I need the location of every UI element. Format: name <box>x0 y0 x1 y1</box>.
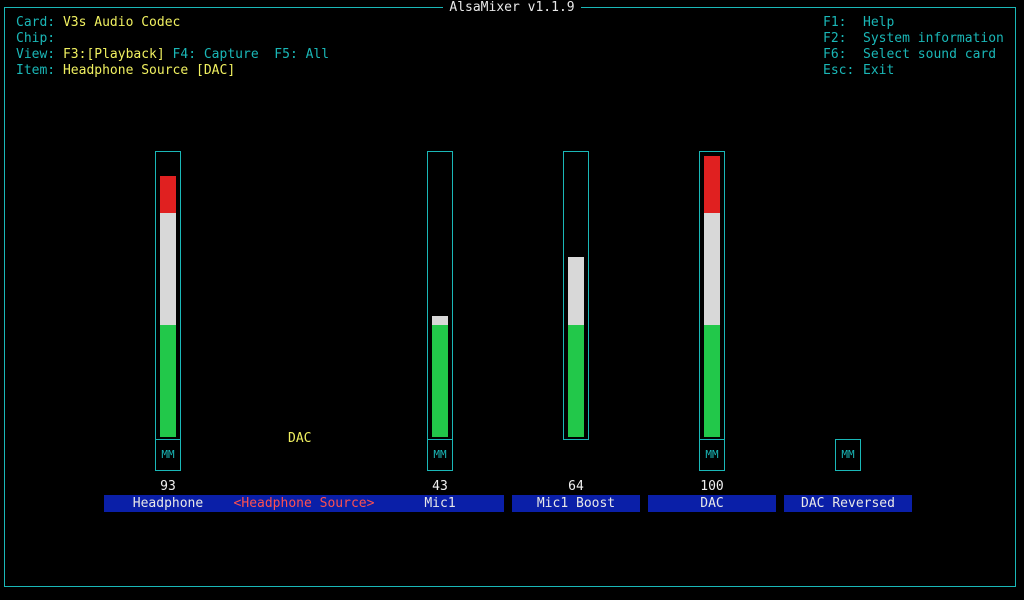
help-key: F1: <box>823 15 847 30</box>
channel-label-mic1[interactable]: Mic1 <box>376 495 504 512</box>
headphone-volume-bar[interactable] <box>155 151 181 440</box>
help-key: F6: <box>823 47 847 62</box>
view-playback[interactable]: F3:[Playback] <box>63 47 165 62</box>
help-panel: F1: Help F2: System information F6: Select … <box>823 15 1004 79</box>
dac-value: 100 <box>700 479 724 494</box>
card-info-panel: Card: V3s Audio Codec Chip: View: F3:[Pl… <box>16 15 329 79</box>
channel-label-headphone[interactable]: Headphone <box>104 495 232 512</box>
mic1-boost-value: 64 <box>568 479 584 494</box>
level-fill-green <box>432 325 448 437</box>
channel-label-headphone-source[interactable]: <Headphone Source> <box>232 495 376 512</box>
app-title-bar: AlsaMixer v1.1.9 <box>0 0 1024 16</box>
headphone-value: 93 <box>160 479 176 494</box>
help-esc[interactable]: Esc: Exit <box>823 63 1004 79</box>
help-f2[interactable]: F2: System information <box>823 31 1004 47</box>
card-label: Card: <box>16 15 56 30</box>
chip-label: Chip: <box>16 31 56 46</box>
level-fill-white <box>160 213 176 325</box>
level-fill-green <box>160 325 176 437</box>
mic1-mute-toggle[interactable]: MM <box>427 439 453 471</box>
level-fill-red <box>704 156 720 213</box>
headphone-mute-toggle[interactable]: MM <box>155 439 181 471</box>
item-label: Item: <box>16 63 56 78</box>
help-key: F2: <box>823 31 847 46</box>
channel-label-mic1-boost[interactable]: Mic1 Boost <box>512 495 640 512</box>
mic1-boost-bar[interactable] <box>563 151 589 440</box>
item-value: Headphone Source [DAC] <box>62 63 236 78</box>
help-f6[interactable]: F6: Select sound card <box>823 47 1004 63</box>
level-fill-red <box>160 176 176 213</box>
mic1-volume-bar[interactable] <box>427 151 453 440</box>
help-key: Esc: <box>823 63 855 78</box>
dac-mute-toggle[interactable]: MM <box>699 439 725 471</box>
help-text: System information <box>863 31 1004 46</box>
help-text: Select sound card <box>863 47 997 62</box>
view-capture[interactable]: F4: Capture <box>173 47 259 62</box>
card-value: V3s Audio Codec <box>62 15 181 30</box>
dac-volume-bar[interactable] <box>699 151 725 440</box>
view-label: View: <box>16 47 56 62</box>
help-f1[interactable]: F1: Help <box>823 15 1004 31</box>
level-fill-green <box>704 325 720 437</box>
headphone-source-value[interactable]: DAC <box>288 431 311 446</box>
channel-label-dac[interactable]: DAC <box>648 495 776 512</box>
help-text: Help <box>863 15 895 30</box>
dac-reversed-toggle[interactable]: MM <box>835 439 861 471</box>
mic1-value: 43 <box>432 479 448 494</box>
level-fill-green <box>568 325 584 437</box>
level-fill-white <box>568 257 584 325</box>
view-all[interactable]: F5: All <box>274 47 329 62</box>
help-text: Exit <box>863 63 895 78</box>
channel-label-dac-reversed[interactable]: DAC Reversed <box>784 495 912 512</box>
level-fill-white <box>704 213 720 325</box>
app-title: AlsaMixer v1.1.9 <box>443 1 581 15</box>
level-fill-white <box>432 316 448 325</box>
